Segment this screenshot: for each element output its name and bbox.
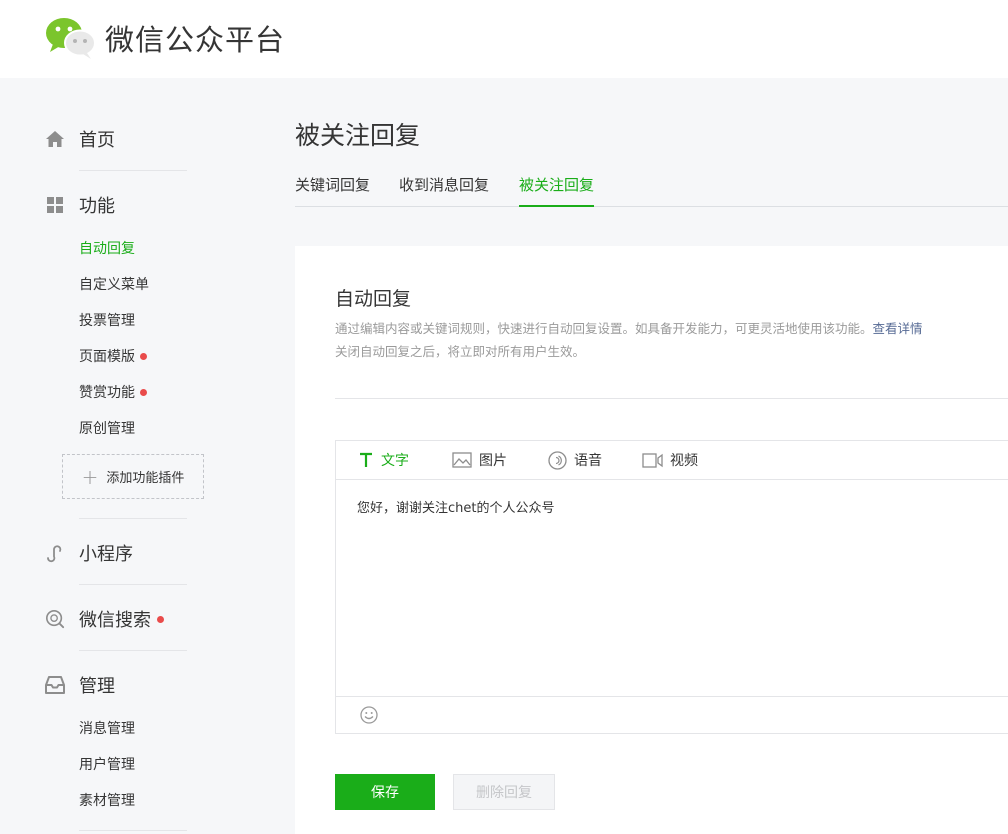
sidebar-group-manage[interactable]: 管理 (45, 672, 115, 698)
notification-dot (157, 615, 164, 623)
reply-editor: 文字 图片 语音 视频 您好，谢谢关注chet的个人公众号 (335, 440, 1008, 734)
panel-divider (335, 398, 1008, 399)
auto-reply-panel: 自动回复 通过编辑内容或关键词规则，快速进行自动回复设置。如具备开发能力，可更灵… (295, 246, 1008, 834)
wechat-logo-icon (46, 18, 96, 59)
tool-image-label: 图片 (479, 453, 507, 469)
panel-description: 通过编辑内容或关键词规则，快速进行自动回复设置。如具备开发能力，可更灵活地使用该… (335, 318, 923, 337)
description-text: 通过编辑内容或关键词规则，快速进行自动回复设置。如具备开发能力，可更灵活地使用该… (335, 321, 873, 336)
sidebar-item-messages[interactable]: 消息管理 (79, 718, 135, 738)
sidebar-item-label: 赞赏功能 (79, 385, 135, 401)
sidebar-item-label: 用户管理 (79, 757, 135, 773)
sidebar-divider (79, 830, 187, 831)
sidebar-item-original[interactable]: 原创管理 (79, 418, 135, 438)
search-icon (45, 609, 65, 629)
inbox-icon (45, 675, 65, 695)
tool-voice[interactable]: 语音 (548, 441, 602, 479)
sidebar-item-users[interactable]: 用户管理 (79, 754, 135, 774)
grid-icon (45, 195, 65, 215)
page-title: 被关注回复 (295, 121, 421, 150)
tool-video[interactable]: 视频 (642, 441, 698, 479)
sidebar-item-miniprogram-label: 小程序 (79, 544, 133, 565)
brand-title: 微信公众平台 (105, 23, 286, 57)
add-plugin-button[interactable]: + 添加功能插件 (62, 454, 204, 499)
sidebar-item-label: 自定义菜单 (79, 277, 149, 293)
tool-voice-label: 语音 (574, 453, 602, 469)
tool-video-label: 视频 (670, 453, 698, 469)
tool-text[interactable]: 文字 (358, 441, 409, 479)
sidebar-divider (79, 584, 187, 585)
text-icon (358, 452, 374, 468)
sidebar-item-page-template[interactable]: 页面模版 (79, 346, 147, 366)
voice-icon (548, 450, 567, 470)
sidebar-item-label: 自动回复 (79, 241, 135, 257)
reply-tabs: 关键词回复 收到消息回复 被关注回复 (295, 174, 1008, 207)
image-icon (452, 452, 472, 468)
main-content: 被关注回复 关键词回复 收到消息回复 被关注回复 自动回复 通过编辑内容或关键词… (280, 78, 1008, 834)
sidebar-item-label: 投票管理 (79, 313, 135, 329)
tab-message-reply[interactable]: 收到消息回复 (399, 174, 489, 207)
panel-title: 自动回复 (335, 288, 412, 310)
notification-dot (140, 388, 147, 396)
tool-image[interactable]: 图片 (452, 441, 507, 479)
sidebar-item-label: 页面模版 (79, 349, 135, 365)
sidebar-group-features[interactable]: 功能 (45, 192, 115, 218)
sidebar-item-wechat-search-label: 微信搜索 (79, 610, 151, 631)
editor-footer (336, 696, 1008, 733)
plus-icon: + (81, 464, 99, 489)
add-plugin-label: 添加功能插件 (106, 471, 185, 486)
sidebar-item-miniprogram[interactable]: 小程序 (45, 540, 133, 566)
tab-follow-reply[interactable]: 被关注回复 (519, 174, 595, 207)
panel-note: 关闭自动回复之后，将立即对所有用户生效。 (335, 344, 586, 359)
sidebar-item-auto-reply[interactable]: 自动回复 (79, 238, 135, 258)
sidebar-item-home[interactable]: 首页 (45, 126, 115, 152)
sidebar-item-reward[interactable]: 赞赏功能 (79, 382, 147, 402)
top-bar: 微信公众平台 (0, 0, 1008, 78)
sidebar-divider (79, 650, 187, 651)
sidebar-item-home-label: 首页 (79, 130, 115, 151)
delete-reply-button[interactable]: 删除回复 (453, 774, 555, 810)
sidebar-item-label: 素材管理 (79, 793, 135, 809)
sidebar-group-features-label: 功能 (79, 196, 115, 217)
view-details-link[interactable]: 查看详情 (873, 321, 923, 336)
editor-toolbar: 文字 图片 语音 视频 (336, 441, 1008, 480)
tool-text-label: 文字 (381, 453, 409, 469)
tab-keyword-reply[interactable]: 关键词回复 (295, 174, 370, 207)
sidebar-divider (79, 170, 187, 171)
emoji-icon[interactable] (360, 706, 378, 728)
miniprogram-icon (45, 543, 65, 563)
sidebar-item-label: 原创管理 (79, 421, 135, 437)
notification-dot (140, 352, 147, 360)
save-button[interactable]: 保存 (335, 774, 435, 810)
sidebar-item-wechat-search[interactable]: 微信搜索 (45, 606, 164, 632)
home-icon (45, 129, 65, 149)
reply-content[interactable]: 您好，谢谢关注chet的个人公众号 (357, 497, 554, 516)
sidebar-item-vote[interactable]: 投票管理 (79, 310, 135, 330)
sidebar-item-label: 消息管理 (79, 721, 135, 737)
sidebar-divider (79, 518, 187, 519)
sidebar: 首页 功能 自动回复 自定义菜单 投票管理 页面模版 赞赏功能 原创管理 + 添… (0, 78, 280, 834)
sidebar-group-manage-label: 管理 (79, 676, 115, 697)
sidebar-item-custom-menu[interactable]: 自定义菜单 (79, 274, 149, 294)
video-icon (642, 452, 664, 468)
sidebar-item-materials[interactable]: 素材管理 (79, 790, 135, 810)
brand-logo[interactable]: 微信公众平台 (45, 16, 285, 60)
